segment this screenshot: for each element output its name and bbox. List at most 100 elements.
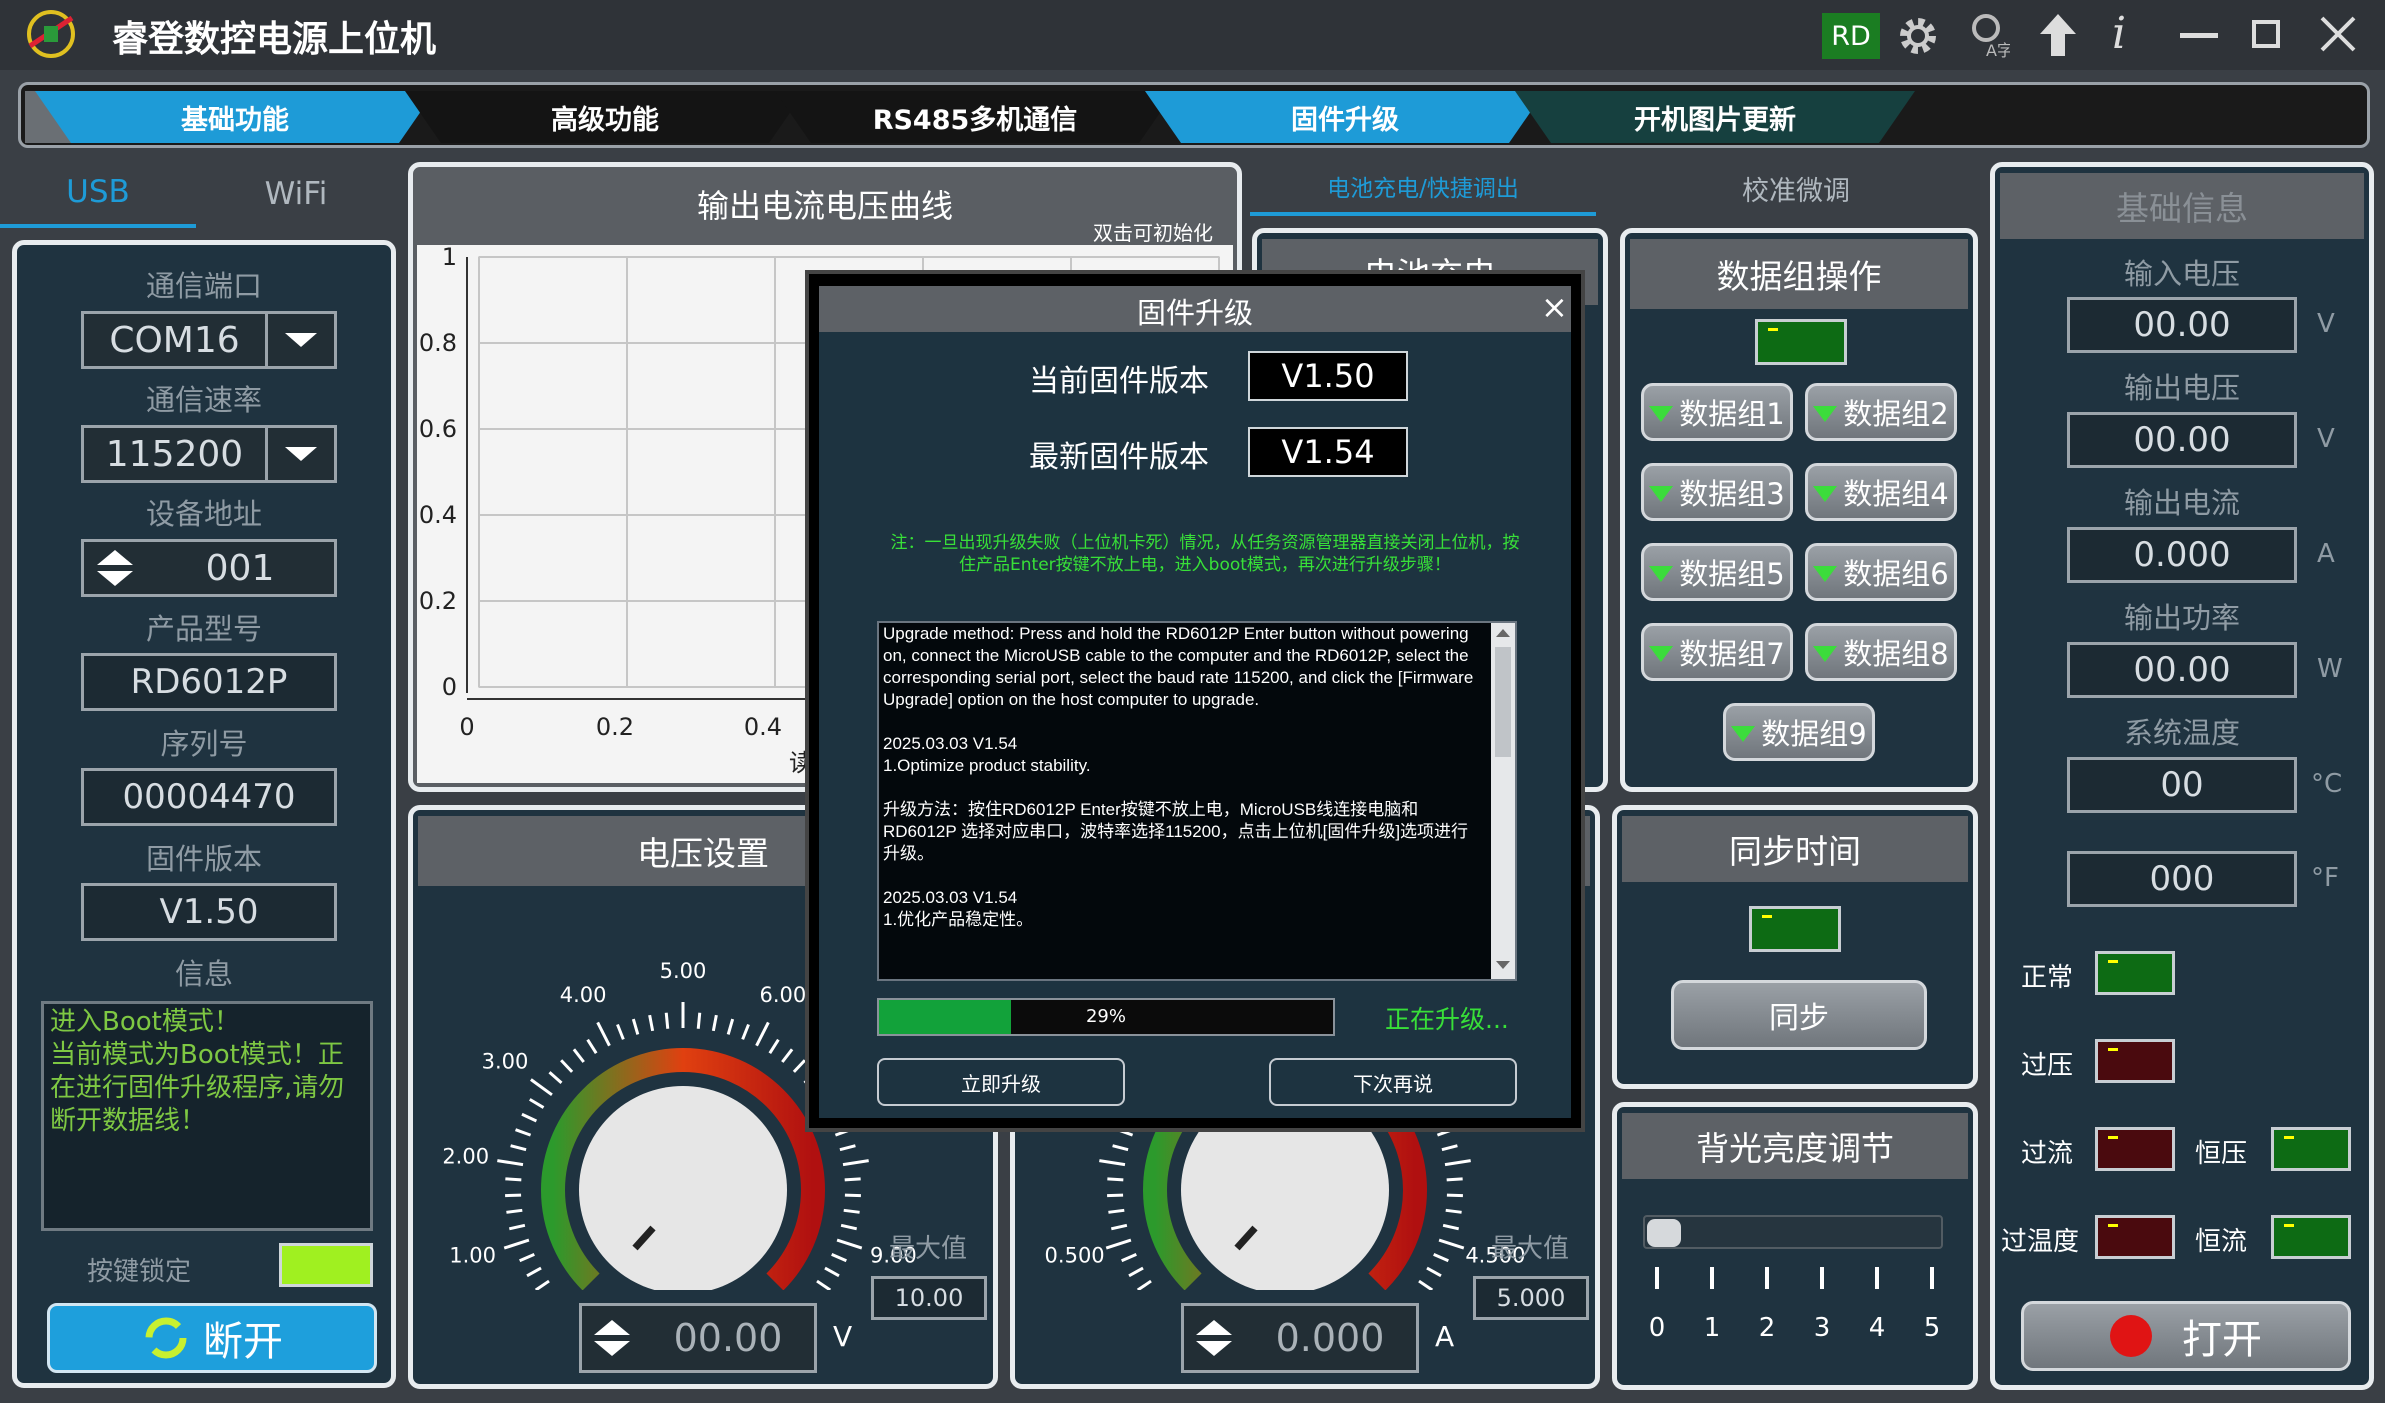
backlight-title: 背光亮度调节 — [1622, 1113, 1968, 1179]
usb-tab[interactable]: USB — [0, 160, 196, 228]
knob-tick — [839, 1144, 856, 1152]
cv-indicator — [2271, 1127, 2351, 1171]
voltage-spinner[interactable]: 00.00 — [579, 1303, 817, 1373]
serial-field: 00004470 — [81, 768, 337, 826]
output-on-button[interactable]: 打开 — [2021, 1301, 2351, 1371]
close-icon[interactable] — [2318, 14, 2358, 54]
maximize-icon[interactable] — [2252, 20, 2280, 48]
data-group-button-7[interactable]: 数据组7 — [1641, 623, 1793, 681]
backlight-slider[interactable] — [1643, 1215, 1943, 1249]
data-group-label: 数据组5 — [1679, 557, 1785, 591]
cv-label: 恒压 — [2195, 1139, 2248, 1169]
download-arrow-icon — [1649, 406, 1674, 422]
baud-select[interactable]: 115200 — [81, 425, 337, 483]
knob-tick — [1438, 1238, 1465, 1250]
wifi-tab[interactable]: WiFi — [196, 160, 396, 228]
iout-label: 输出电流 — [2123, 486, 2240, 520]
tab-calibration[interactable]: 校准微调 — [1596, 160, 1996, 216]
data-group-label: 数据组7 — [1679, 637, 1785, 671]
addr-spinner[interactable]: 001 — [81, 539, 337, 597]
knob-scale-label: 4.00 — [560, 983, 607, 1007]
scroll-up-icon[interactable] — [1496, 629, 1510, 637]
data-group-button-5[interactable]: 数据组5 — [1641, 543, 1793, 601]
slider-thumb[interactable] — [1647, 1219, 1681, 1247]
chevron-down-icon[interactable] — [265, 314, 334, 366]
tab-advanced[interactable]: 高级功能 — [405, 91, 805, 143]
data-group-button-3[interactable]: 数据组3 — [1641, 463, 1793, 521]
spin-arrows-icon[interactable] — [1184, 1306, 1244, 1370]
current-max-field[interactable]: 5.000 — [1473, 1276, 1589, 1320]
app-logo — [20, 6, 82, 62]
svg-text:A字: A字 — [1986, 41, 2010, 60]
knob-tick — [726, 1018, 735, 1035]
data-group-button-1[interactable]: 数据组1 — [1641, 383, 1793, 441]
lock-label: 按键锁定 — [87, 1257, 192, 1287]
knob-tick — [842, 1159, 869, 1167]
data-group-label: 数据组8 — [1843, 637, 1949, 671]
voltage-max-field[interactable]: 10.00 — [871, 1276, 987, 1320]
data-group-button-9[interactable]: 数据组9 — [1723, 703, 1875, 761]
port-select[interactable]: COM16 — [81, 311, 337, 369]
minimize-icon[interactable] — [2180, 33, 2218, 38]
temp-f-unit: °F — [2311, 863, 2339, 893]
tab-firmware[interactable]: 固件升级 — [1145, 91, 1545, 143]
data-group-button-4[interactable]: 数据组4 — [1805, 463, 1957, 521]
pout-unit: W — [2317, 654, 2343, 684]
knob-scale-label: 0.500 — [1045, 1243, 1105, 1267]
sync-button[interactable]: 同步 — [1671, 980, 1927, 1050]
scroll-down-icon[interactable] — [1496, 961, 1510, 969]
cc-label: 恒流 — [2195, 1227, 2248, 1257]
fw-field: V1.50 — [81, 883, 337, 941]
chevron-down-icon[interactable] — [265, 428, 334, 480]
knob-tick — [836, 1238, 863, 1250]
dialog-close-icon[interactable]: × — [1541, 288, 1568, 326]
download-arrow-icon — [1731, 726, 1756, 742]
knob-tick — [1105, 1238, 1132, 1250]
download-arrow-icon — [1813, 486, 1838, 502]
upgrade-status: 正在升级... — [1385, 1005, 1509, 1034]
download-arrow-icon — [1649, 486, 1674, 502]
y-tick-label: 0.2 — [419, 587, 457, 615]
language-icon[interactable]: A字 — [1966, 12, 2013, 60]
upgrade-arrow-icon[interactable] — [2036, 12, 2080, 58]
temp-f-field: 000 — [2067, 851, 2297, 907]
info-log: 进入Boot模式！ 当前模式为Boot模式！正在进行固件升级程序,请勿断开数据线… — [41, 1001, 373, 1231]
tab-boot-image[interactable]: 开机图片更新 — [1515, 91, 1915, 143]
y-tick-label: 0.6 — [419, 415, 457, 443]
tab-rs485[interactable]: RS485多机通信 — [775, 91, 1175, 143]
spin-arrows-icon[interactable] — [84, 542, 146, 594]
knob-tick — [711, 1014, 718, 1032]
data-group-button-2[interactable]: 数据组2 — [1805, 383, 1957, 441]
upgrade-now-button[interactable]: 立即升级 — [877, 1058, 1125, 1106]
tab-basic[interactable]: 基础功能 — [35, 91, 435, 143]
data-group-label: 数据组4 — [1843, 477, 1949, 511]
knob-tick — [1426, 1266, 1442, 1278]
y-tick-label: 0.4 — [419, 501, 457, 529]
later-button[interactable]: 下次再说 — [1269, 1058, 1517, 1106]
scrollbar[interactable] — [1491, 623, 1515, 979]
tab-battery[interactable]: 电池充电/快捷调出 — [1250, 160, 1596, 216]
current-spinner[interactable]: 0.000 — [1181, 1303, 1419, 1373]
data-group-button-8[interactable]: 数据组8 — [1805, 623, 1957, 681]
knob-scale-label: 6.00 — [759, 983, 806, 1007]
knob-tick — [515, 1128, 532, 1137]
knob-tick — [586, 1038, 598, 1055]
disconnect-button[interactable]: 断开 — [47, 1303, 377, 1373]
data-group-button-6[interactable]: 数据组6 — [1805, 543, 1957, 601]
gear-icon[interactable] — [1896, 14, 1940, 58]
key-lock-indicator[interactable] — [279, 1243, 373, 1287]
x-tick-label: 0.2 — [596, 713, 634, 741]
scroll-thumb[interactable] — [1495, 647, 1511, 757]
knob-tick — [510, 1144, 527, 1152]
knob-tick — [508, 1223, 526, 1231]
addr-value: 001 — [205, 547, 275, 589]
model-label: 产品型号 — [145, 612, 262, 646]
knob-tick — [616, 1023, 625, 1040]
data-group-indicator — [1755, 319, 1847, 365]
info-icon[interactable]: i — [2112, 8, 2142, 59]
spin-arrows-icon[interactable] — [582, 1306, 642, 1370]
rd-badge[interactable]: RD — [1822, 13, 1880, 59]
current-set-value: 0.000 — [1275, 1316, 1385, 1360]
knob-tick — [1418, 1279, 1434, 1292]
data-group-label: 数据组3 — [1679, 477, 1785, 511]
